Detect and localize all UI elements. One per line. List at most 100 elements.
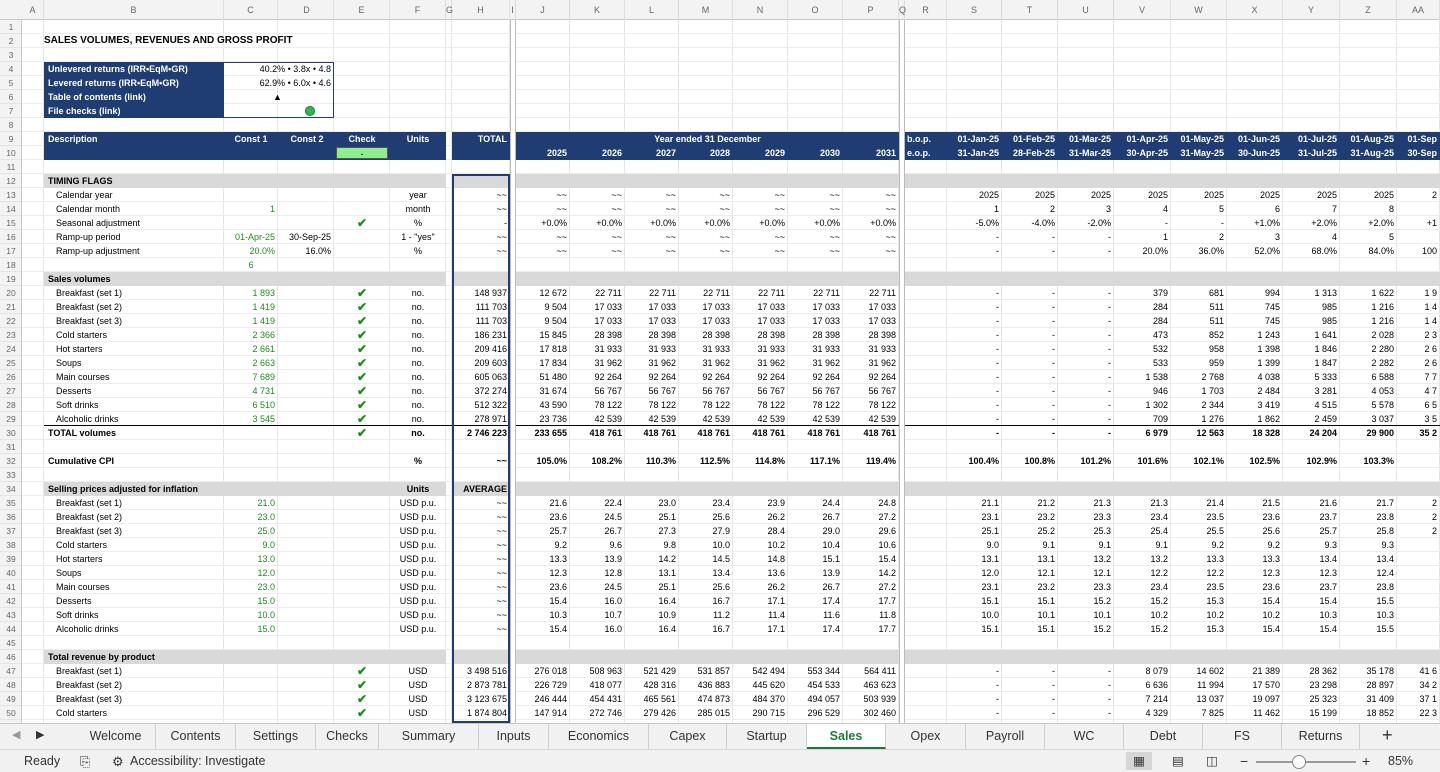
year-value[interactable]: 24.5 <box>570 580 625 594</box>
month-value[interactable]: 9.1 <box>1114 538 1171 552</box>
month-value[interactable]: 15.3 <box>1171 594 1227 608</box>
month-value[interactable]: 2025 <box>1002 188 1058 202</box>
month-value[interactable]: 9.3 <box>1283 538 1340 552</box>
month-value[interactable]: - <box>1002 706 1058 720</box>
year-value[interactable]: 454 533 <box>788 678 843 692</box>
row-header[interactable]: 32 <box>0 454 21 468</box>
month-value[interactable]: 1 <box>947 202 1002 216</box>
total-cell[interactable]: ~~ <box>452 622 510 636</box>
year-value[interactable]: 28 398 <box>788 328 843 342</box>
month-value[interactable]: 12.1 <box>1058 566 1114 580</box>
sheet-tab-returns[interactable]: Returns <box>1282 724 1360 749</box>
year-value[interactable]: 24.5 <box>570 510 625 524</box>
year-value[interactable]: ~~ <box>679 202 733 216</box>
units-cell[interactable]: USD p.u. <box>390 580 446 594</box>
month-value[interactable]: 1 862 <box>1227 412 1283 426</box>
year-value[interactable]: 494 057 <box>788 692 843 706</box>
month-value[interactable]: 1 <box>1114 230 1171 244</box>
month-value[interactable] <box>1397 202 1440 216</box>
year-value[interactable]: 454 431 <box>570 692 625 706</box>
month-value[interactable]: - <box>1058 356 1114 370</box>
column-header[interactable]: J <box>516 0 570 20</box>
month-value[interactable]: - <box>947 314 1002 328</box>
year-value[interactable]: 16.7 <box>679 594 733 608</box>
month-value[interactable]: 2 028 <box>1340 328 1397 342</box>
month-value[interactable]: +2.0% <box>1340 216 1397 230</box>
total-cell[interactable]: 2 746 223 <box>452 426 510 440</box>
month-value[interactable]: - <box>1002 300 1058 314</box>
units-cell[interactable]: no. <box>390 342 446 356</box>
total-cell[interactable]: ~~ <box>452 524 510 538</box>
column-header[interactable]: F <box>390 0 446 20</box>
const1-input[interactable]: 3 545 <box>224 412 278 426</box>
month-value[interactable]: 511 <box>1171 300 1227 314</box>
month-value[interactable]: - <box>947 692 1002 706</box>
month-value[interactable]: 23.2 <box>1002 510 1058 524</box>
year-value[interactable]: 9.6 <box>570 538 625 552</box>
row-header[interactable]: 8 <box>0 118 21 132</box>
year-value[interactable]: 10.2 <box>733 538 788 552</box>
month-value[interactable]: 2025 <box>947 188 1002 202</box>
month-value[interactable]: 15.1 <box>947 622 1002 636</box>
page-title[interactable]: SALES VOLUMES, REVENUES AND GROSS PROFIT <box>44 34 324 48</box>
units-cell[interactable]: USD <box>390 692 446 706</box>
zoom-slider-thumb[interactable] <box>1292 755 1306 769</box>
year-value[interactable]: ~~ <box>570 202 625 216</box>
month-value[interactable] <box>1397 454 1440 468</box>
year-value[interactable]: 13.9 <box>788 566 843 580</box>
const1-input[interactable]: 6 510 <box>224 398 278 412</box>
total-cell[interactable]: 111 703 <box>452 300 510 314</box>
year-value[interactable]: 28 398 <box>625 328 679 342</box>
year-value[interactable]: 17.4 <box>788 594 843 608</box>
month-value[interactable]: 958 <box>1171 342 1227 356</box>
month-value[interactable]: 23.6 <box>1227 510 1283 524</box>
month-value[interactable]: 9.1 <box>1058 538 1114 552</box>
month-value[interactable]: 25.8 <box>1340 524 1397 538</box>
month-value[interactable]: 10.1 <box>1058 608 1114 622</box>
month-value[interactable]: 2 6 <box>1397 342 1440 356</box>
year-value[interactable]: ~~ <box>625 244 679 258</box>
row-header[interactable]: 9 <box>0 132 21 146</box>
units-cell[interactable]: no. <box>390 370 446 384</box>
month-value[interactable]: 2 3 <box>1397 328 1440 342</box>
year-value[interactable]: 112.5% <box>679 454 733 468</box>
column-header[interactable]: A <box>22 0 44 20</box>
year-value[interactable]: 9 504 <box>516 300 570 314</box>
year-value[interactable]: 23.4 <box>679 496 733 510</box>
month-value[interactable]: 12.2 <box>1171 566 1227 580</box>
year-value[interactable]: ~~ <box>843 230 899 244</box>
month-value[interactable]: 15.4 <box>1283 594 1340 608</box>
sheet-tab-payroll[interactable]: Payroll <box>966 724 1045 749</box>
year-value[interactable]: 13.9 <box>570 552 625 566</box>
year-value[interactable]: ~~ <box>625 188 679 202</box>
month-value[interactable]: 284 <box>1114 300 1171 314</box>
units-cell[interactable]: % <box>390 216 446 230</box>
month-value[interactable]: - <box>1002 412 1058 426</box>
month-value[interactable]: 4 053 <box>1340 384 1397 398</box>
year-value[interactable]: 16.4 <box>625 622 679 636</box>
month-value[interactable]: 2025 <box>1283 188 1340 202</box>
month-value[interactable]: 23.3 <box>1058 580 1114 594</box>
year-value[interactable]: ~~ <box>516 244 570 258</box>
month-value[interactable]: 31 409 <box>1340 692 1397 706</box>
year-value[interactable]: 503 939 <box>843 692 899 706</box>
units-cell[interactable]: % <box>390 454 446 468</box>
year-value[interactable]: 542 494 <box>733 664 788 678</box>
units-cell[interactable]: no. <box>390 384 446 398</box>
year-value[interactable]: 15.4 <box>843 552 899 566</box>
const1-input[interactable]: 2 661 <box>224 342 278 356</box>
check-mark-icon[interactable]: ✔ <box>334 314 390 328</box>
month-value[interactable]: 852 <box>1171 328 1227 342</box>
month-value[interactable]: 35 2 <box>1397 426 1440 440</box>
units-cell[interactable]: no. <box>390 300 446 314</box>
month-value[interactable]: 25.1 <box>947 524 1002 538</box>
units-cell[interactable]: year <box>390 188 446 202</box>
month-value[interactable]: - <box>1002 356 1058 370</box>
check-mark-icon[interactable]: ✔ <box>334 286 390 300</box>
month-value[interactable]: - <box>947 230 1002 244</box>
year-value[interactable]: 56 767 <box>625 384 679 398</box>
month-value[interactable]: 10.3 <box>1283 608 1340 622</box>
row-header[interactable]: 11 <box>0 160 21 174</box>
year-value[interactable]: 23.9 <box>733 496 788 510</box>
month-value[interactable]: 23.3 <box>1058 510 1114 524</box>
